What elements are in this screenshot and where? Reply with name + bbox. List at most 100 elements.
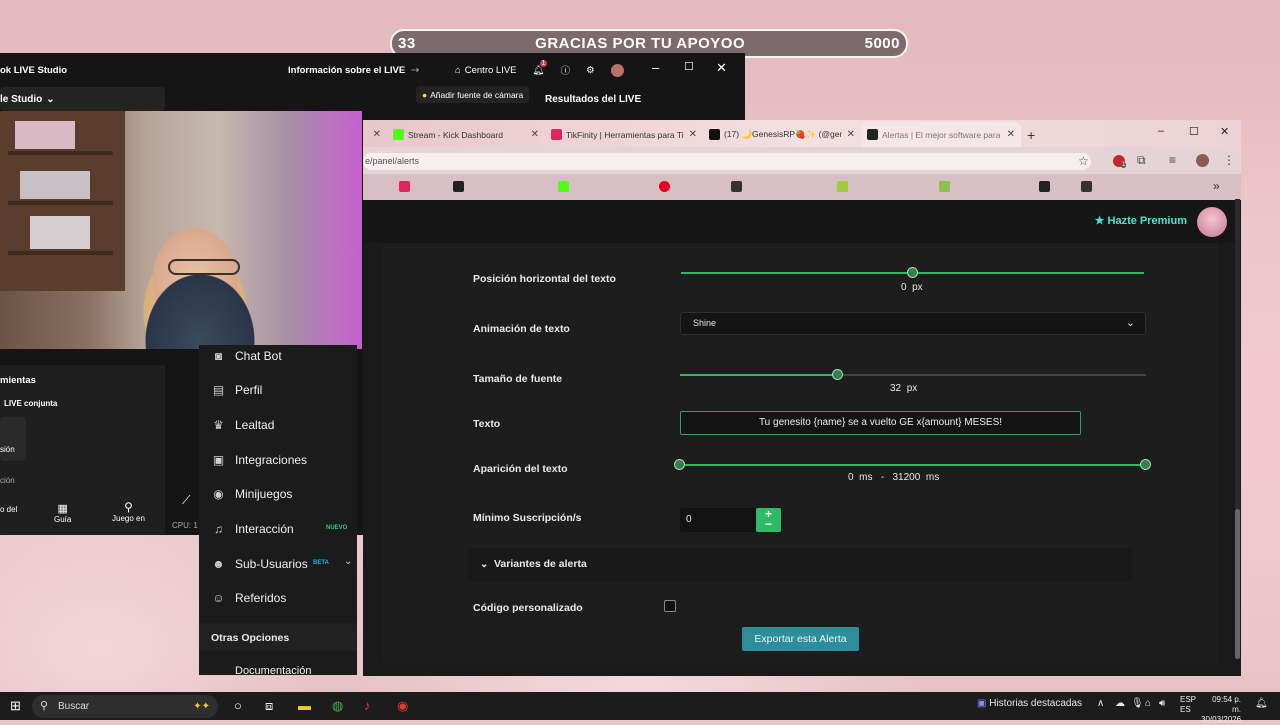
user-avatar[interactable] <box>1197 207 1227 237</box>
bookmark-icon[interactable] <box>731 181 742 192</box>
maximize-icon[interactable]: ☐ <box>1189 125 1199 138</box>
sidebar-item-sub-usuarios[interactable]: ☻ Sub-Usuarios <box>211 557 308 571</box>
new-badge: NUEVO <box>326 525 348 531</box>
info-link[interactable]: Información sobre el LIVE ⇢ <box>288 65 419 76</box>
scene-label: le Studio <box>0 93 43 105</box>
bookmark-icon[interactable] <box>939 181 950 192</box>
chevron-down-icon[interactable]: ⌄ <box>344 556 352 567</box>
url-input[interactable]: e/panel/alerts <box>363 153 1091 170</box>
network-icon[interactable]: ⌂ <box>1145 698 1151 709</box>
chrome-icon[interactable]: ◍ <box>332 698 343 714</box>
person-glasses-image <box>168 259 240 275</box>
sidebar-item-lealtad[interactable]: ♛ Lealtad <box>211 418 274 432</box>
scroll-thumb[interactable] <box>1235 509 1240 659</box>
obs-icon[interactable]: ◉ <box>397 698 408 714</box>
sidebar-item-interaccion[interactable]: ♫ Interacción <box>211 522 294 536</box>
windows-start-icon[interactable]: ⊞ <box>10 698 21 714</box>
guide-tool[interactable]: ▦ Guía <box>54 502 71 524</box>
game-tool[interactable]: ⚲ Juego en <box>112 500 145 523</box>
alert-variants-toggle[interactable]: ⌄ Variantes de alerta <box>468 548 1132 581</box>
avatar[interactable] <box>610 63 624 77</box>
sidebar-item-label: Sub-Usuarios <box>235 557 308 571</box>
minimize-icon[interactable]: – <box>1158 125 1164 137</box>
plug-icon: ▣ <box>212 453 225 467</box>
slider-knob[interactable] <box>906 267 918 278</box>
clock[interactable]: 09:54 p. m. 30/03/2026 <box>1201 695 1241 725</box>
cloud-icon[interactable]: ☁ <box>1115 698 1125 709</box>
menu-icon[interactable]: ⋮ <box>1223 153 1235 167</box>
bookmark-icon[interactable] <box>558 181 569 192</box>
add-camera-button[interactable]: ● Añadir fuente de cámara <box>416 86 530 103</box>
sidebar-item-documentacion[interactable]: Documentación <box>211 665 311 677</box>
appear-range-slider[interactable] <box>674 459 1151 470</box>
tab-tikfinity[interactable]: TikFinity | Herramientas para Ti ✕ <box>545 122 703 147</box>
sidebar-item-perfil[interactable]: ▤ Perfil <box>211 383 263 397</box>
close-icon[interactable]: ✕ <box>1007 129 1015 140</box>
range-start-knob[interactable] <box>674 459 685 470</box>
bookmark-icon[interactable] <box>837 181 848 192</box>
close-icon[interactable]: ✕ <box>531 129 539 140</box>
folder-icon[interactable]: ▬ <box>298 698 311 713</box>
maximize-icon[interactable]: ☐ <box>684 60 694 73</box>
mic-icon[interactable]: 🎙︎ <box>1131 698 1144 709</box>
centro-live-button[interactable]: ⌂ Centro LIVE <box>455 65 517 76</box>
sidebar-item-minijuegos[interactable]: ◉ Minijuegos <box>211 487 292 501</box>
tool-left[interactable]: o del <box>0 505 17 514</box>
font-size-slider[interactable] <box>680 369 1146 380</box>
tab-kick[interactable]: Stream - Kick Dashboard ✕ <box>387 122 545 147</box>
animation-select[interactable]: Shine ⌄ <box>680 312 1146 335</box>
minus-icon[interactable]: − <box>756 518 781 530</box>
speaker-icon[interactable]: 🔊︎ <box>1159 698 1165 709</box>
tab-partial[interactable]: ✕ <box>363 122 387 147</box>
bookmark-icon[interactable] <box>1039 181 1050 192</box>
premium-link[interactable]: ★ Hazte Premium <box>1095 214 1187 227</box>
min-sub-input[interactable]: 0 <box>680 508 758 532</box>
page-scrollbar[interactable] <box>1235 199 1240 659</box>
tab-alertas-active[interactable]: Alertas | El mejor software para ✕ <box>861 122 1021 147</box>
media-icon[interactable]: ≡ <box>1169 153 1176 167</box>
notifications-icon[interactable]: 🔔︎ <box>1255 698 1268 709</box>
alert-settings-card: Posición horizontal del texto 0 px Anima… <box>383 243 1218 663</box>
notifications-button[interactable]: 🔔︎ 1 <box>533 59 548 76</box>
session-tool[interactable] <box>0 417 26 461</box>
trophy-icon: ♛ <box>213 418 224 432</box>
sidebar-item-integraciones[interactable]: ▣ Integraciones <box>211 453 307 467</box>
scene-selector[interactable]: le Studio ⌄ <box>0 87 165 111</box>
close-icon[interactable]: ✕ <box>847 129 855 140</box>
widgets-icon[interactable]: ⧈ <box>265 698 273 714</box>
tiktok-live-icon[interactable]: ♪ <box>364 698 371 713</box>
puzzle-icon[interactable]: ⧉ <box>1137 153 1146 168</box>
alert-text-input[interactable]: Tu genesito {name} se a vuelto GE x{amou… <box>680 411 1081 435</box>
sidebar-item-chat-bot[interactable]: ◙ Chat Bot <box>211 349 282 363</box>
quantity-stepper[interactable]: + − <box>756 508 781 532</box>
more-bookmarks-icon[interactable]: » <box>1213 179 1220 193</box>
pinterest-icon[interactable] <box>659 181 670 192</box>
gear-icon[interactable]: ⚙ <box>586 65 595 76</box>
close-icon[interactable]: ✕ <box>689 129 697 140</box>
tab-tiktok[interactable]: (17) 🌙GenesisRP🍓✨ (@gen ✕ <box>703 122 861 147</box>
close-icon[interactable]: ✕ <box>716 60 727 76</box>
kick-icon <box>393 129 404 140</box>
close-icon[interactable]: ✕ <box>1220 125 1229 138</box>
news-widget[interactable]: ▣ Historias destacadas <box>977 698 1082 709</box>
help-icon[interactable]: ⓘ <box>561 63 571 77</box>
bookmark-icon[interactable] <box>453 181 464 192</box>
centro-live-label: Centro LIVE <box>464 64 517 76</box>
taskbar-search[interactable]: ⚲ Buscar ✦✦ <box>32 695 218 718</box>
export-alert-button[interactable]: Exportar esta Alerta <box>742 627 859 651</box>
task-view-icon[interactable]: ○ <box>234 698 242 713</box>
tray-chevron-icon[interactable]: ∧ <box>1097 698 1104 709</box>
magic-wand-icon[interactable]: ⟋ <box>182 493 190 508</box>
bookmark-icon[interactable] <box>1081 181 1092 192</box>
h-pos-slider[interactable] <box>681 267 1144 278</box>
sidebar-item-referidos[interactable]: ☺ Referidos <box>211 591 286 605</box>
new-tab-button[interactable]: + <box>1021 122 1047 147</box>
bookmark-icon[interactable] <box>399 181 410 192</box>
profile-avatar[interactable] <box>1196 154 1209 167</box>
custom-code-checkbox[interactable] <box>664 600 676 612</box>
range-end-knob[interactable] <box>1140 459 1151 470</box>
slider-knob[interactable] <box>832 369 844 380</box>
minimize-icon[interactable]: – <box>652 60 659 75</box>
star-icon[interactable]: ☆ <box>1078 154 1089 168</box>
language-indicator[interactable]: ESP ES <box>1180 695 1196 715</box>
